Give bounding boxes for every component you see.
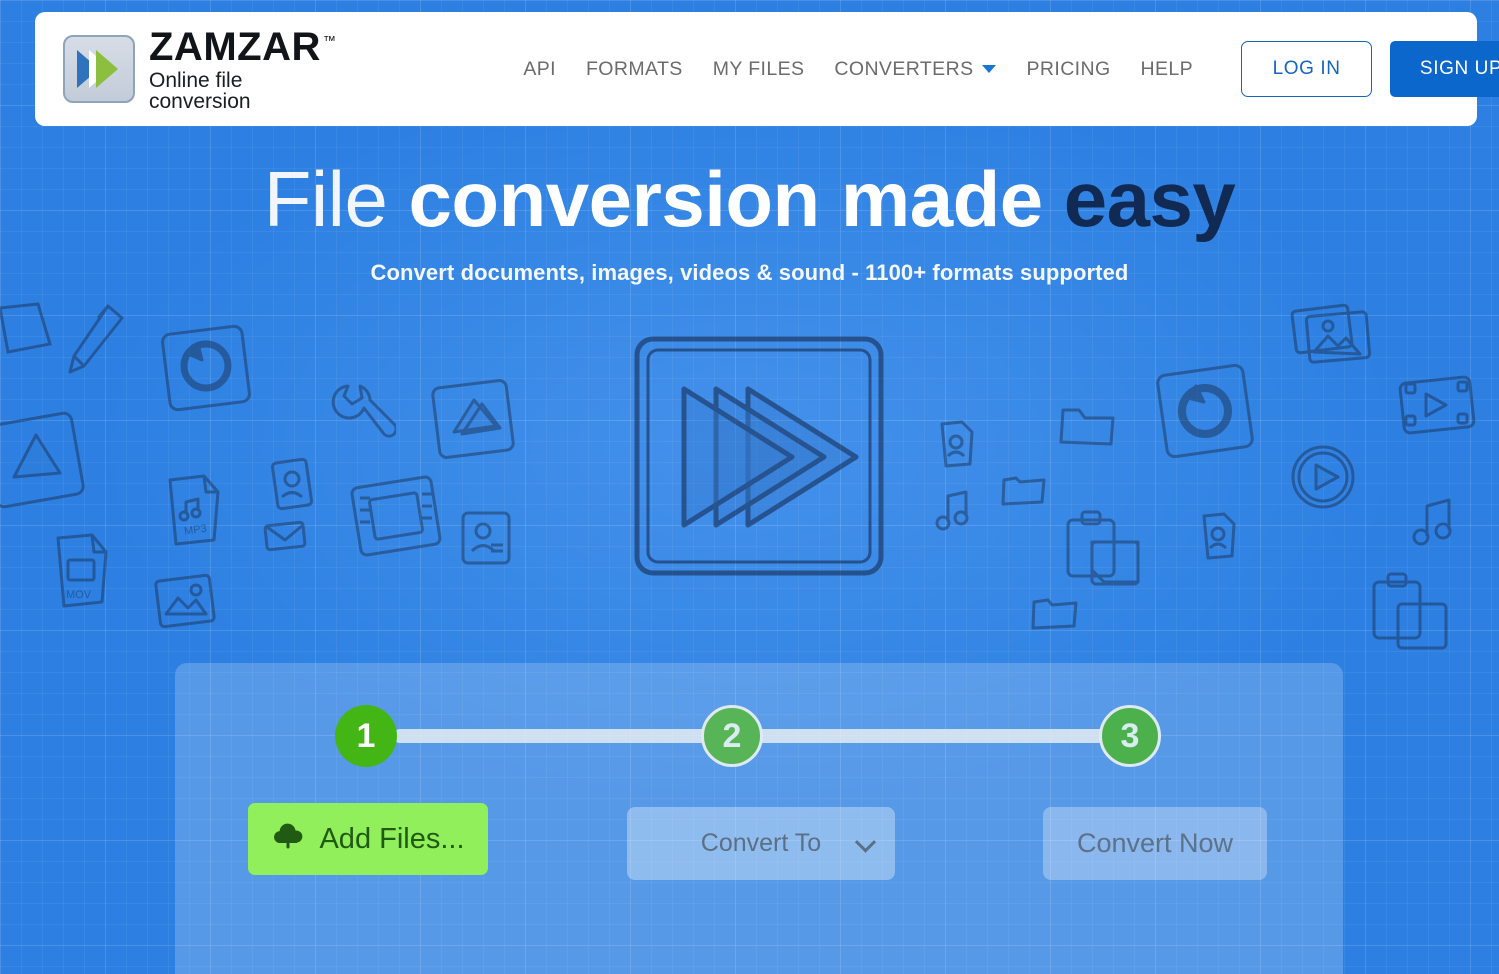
nav-item-converters[interactable]: CONVERTERS xyxy=(819,50,1011,89)
hero-subtitle: Convert documents, images, videos & soun… xyxy=(370,260,1129,285)
folder-small-sketch-icon xyxy=(998,468,1050,510)
clipboard-copy-right-sketch-icon xyxy=(1368,570,1460,656)
pencil-sketch-icon xyxy=(62,300,132,380)
contact-photo-sketch-icon xyxy=(455,505,517,571)
wrench-sketch-icon xyxy=(330,380,396,452)
logo-trademark: ™ xyxy=(322,33,337,49)
nav-label: PRICING xyxy=(1026,57,1111,80)
refresh-sketch-icon xyxy=(158,318,258,418)
add-files-label: Add Files... xyxy=(319,822,465,855)
title-part-3: easy xyxy=(1063,155,1236,243)
signup-button[interactable]: SIGN UP xyxy=(1390,41,1499,97)
svg-text:MP3: MP3 xyxy=(183,523,207,538)
video-play-sketch-icon xyxy=(0,405,90,515)
step-2-circle[interactable]: 2 xyxy=(701,705,763,767)
refresh-box-sketch-icon xyxy=(1152,358,1262,468)
nav-item-formats[interactable]: FORMATS xyxy=(571,50,698,89)
main-navigation: API FORMATS MY FILES CONVERTERS PRICING … xyxy=(508,50,1208,89)
music-note-right-sketch-icon xyxy=(1405,492,1461,552)
title-part-1: File xyxy=(263,155,409,243)
play-circle-sketch-icon xyxy=(1286,440,1360,514)
clipboard-copy-sketch-icon xyxy=(1062,508,1148,592)
nav-item-my-files[interactable]: MY FILES xyxy=(698,50,820,89)
video-file-sketch-icon xyxy=(1396,370,1478,442)
nav-item-api[interactable]: API xyxy=(508,50,571,89)
music-note-sketch-icon xyxy=(930,486,976,536)
mp3-file-sketch-icon: MP3 xyxy=(158,472,230,552)
double-chevron-icon xyxy=(63,35,135,103)
fast-forward-sketch-icon xyxy=(630,332,890,582)
chevron-down-icon xyxy=(982,65,997,73)
progress-track xyxy=(393,729,1143,743)
nav-label: FORMATS xyxy=(586,57,683,80)
hero-section: File conversion made easy Convert docume… xyxy=(0,160,1499,286)
add-files-button[interactable]: Add Files... xyxy=(248,803,488,875)
photos-sketch-icon xyxy=(1290,298,1376,370)
conversion-panel: 1 2 3 Add Files... Convert To Convert No… xyxy=(175,663,1343,974)
cloud-upload-icon xyxy=(271,821,305,857)
logo-tagline: Online file conversion xyxy=(149,68,251,113)
step-1-circle[interactable]: 1 xyxy=(335,705,397,767)
folder-sketch-icon xyxy=(1055,400,1121,452)
auth-buttons: LOG IN SIGN UP xyxy=(1241,41,1499,97)
envelope-sketch-icon xyxy=(262,518,308,554)
image-sketch-icon xyxy=(152,570,220,634)
folder-bottom-sketch-icon xyxy=(1028,590,1082,634)
logo-name: ZAMZAR xyxy=(149,24,321,69)
site-header: ZAMZAR ™ Online file conversion API FORMA… xyxy=(35,12,1499,126)
step-progress-indicator: 1 2 3 xyxy=(335,705,1195,767)
nav-label: API xyxy=(523,57,556,80)
document-small-sketch-icon xyxy=(934,418,980,472)
nav-label: HELP xyxy=(1140,57,1194,80)
convert-to-select[interactable]: Convert To xyxy=(627,807,895,880)
convert-now-button[interactable]: Convert Now xyxy=(1043,807,1267,880)
mov-file-sketch-icon: MOV xyxy=(48,530,120,612)
convert-to-label: Convert To xyxy=(700,829,822,857)
arrow-box-sketch-icon xyxy=(428,374,520,466)
step-3-circle[interactable]: 3 xyxy=(1099,705,1161,767)
page-root: MP3 MOV ZAMZAR ™ Online file conversion … xyxy=(0,0,1499,974)
nav-label: CONVERTERS xyxy=(834,57,974,80)
site-logo[interactable]: ZAMZAR ™ Online file conversion xyxy=(63,27,336,112)
page-title: File conversion made easy xyxy=(0,160,1499,238)
login-button[interactable]: LOG IN xyxy=(1241,41,1373,97)
nav-item-help[interactable]: HELP xyxy=(1126,50,1209,89)
film-strip-sketch-icon xyxy=(348,470,446,566)
nav-label: MY FILES xyxy=(712,57,805,80)
document-right-sketch-icon xyxy=(1196,510,1242,564)
svg-text:MOV: MOV xyxy=(66,589,92,601)
chevron-down-icon xyxy=(854,831,877,853)
nav-item-pricing[interactable]: PRICING xyxy=(1011,50,1125,89)
contact-card-sketch-icon xyxy=(268,455,318,515)
title-part-2: conversion made xyxy=(408,155,1064,243)
document-sketch-icon xyxy=(0,300,60,370)
